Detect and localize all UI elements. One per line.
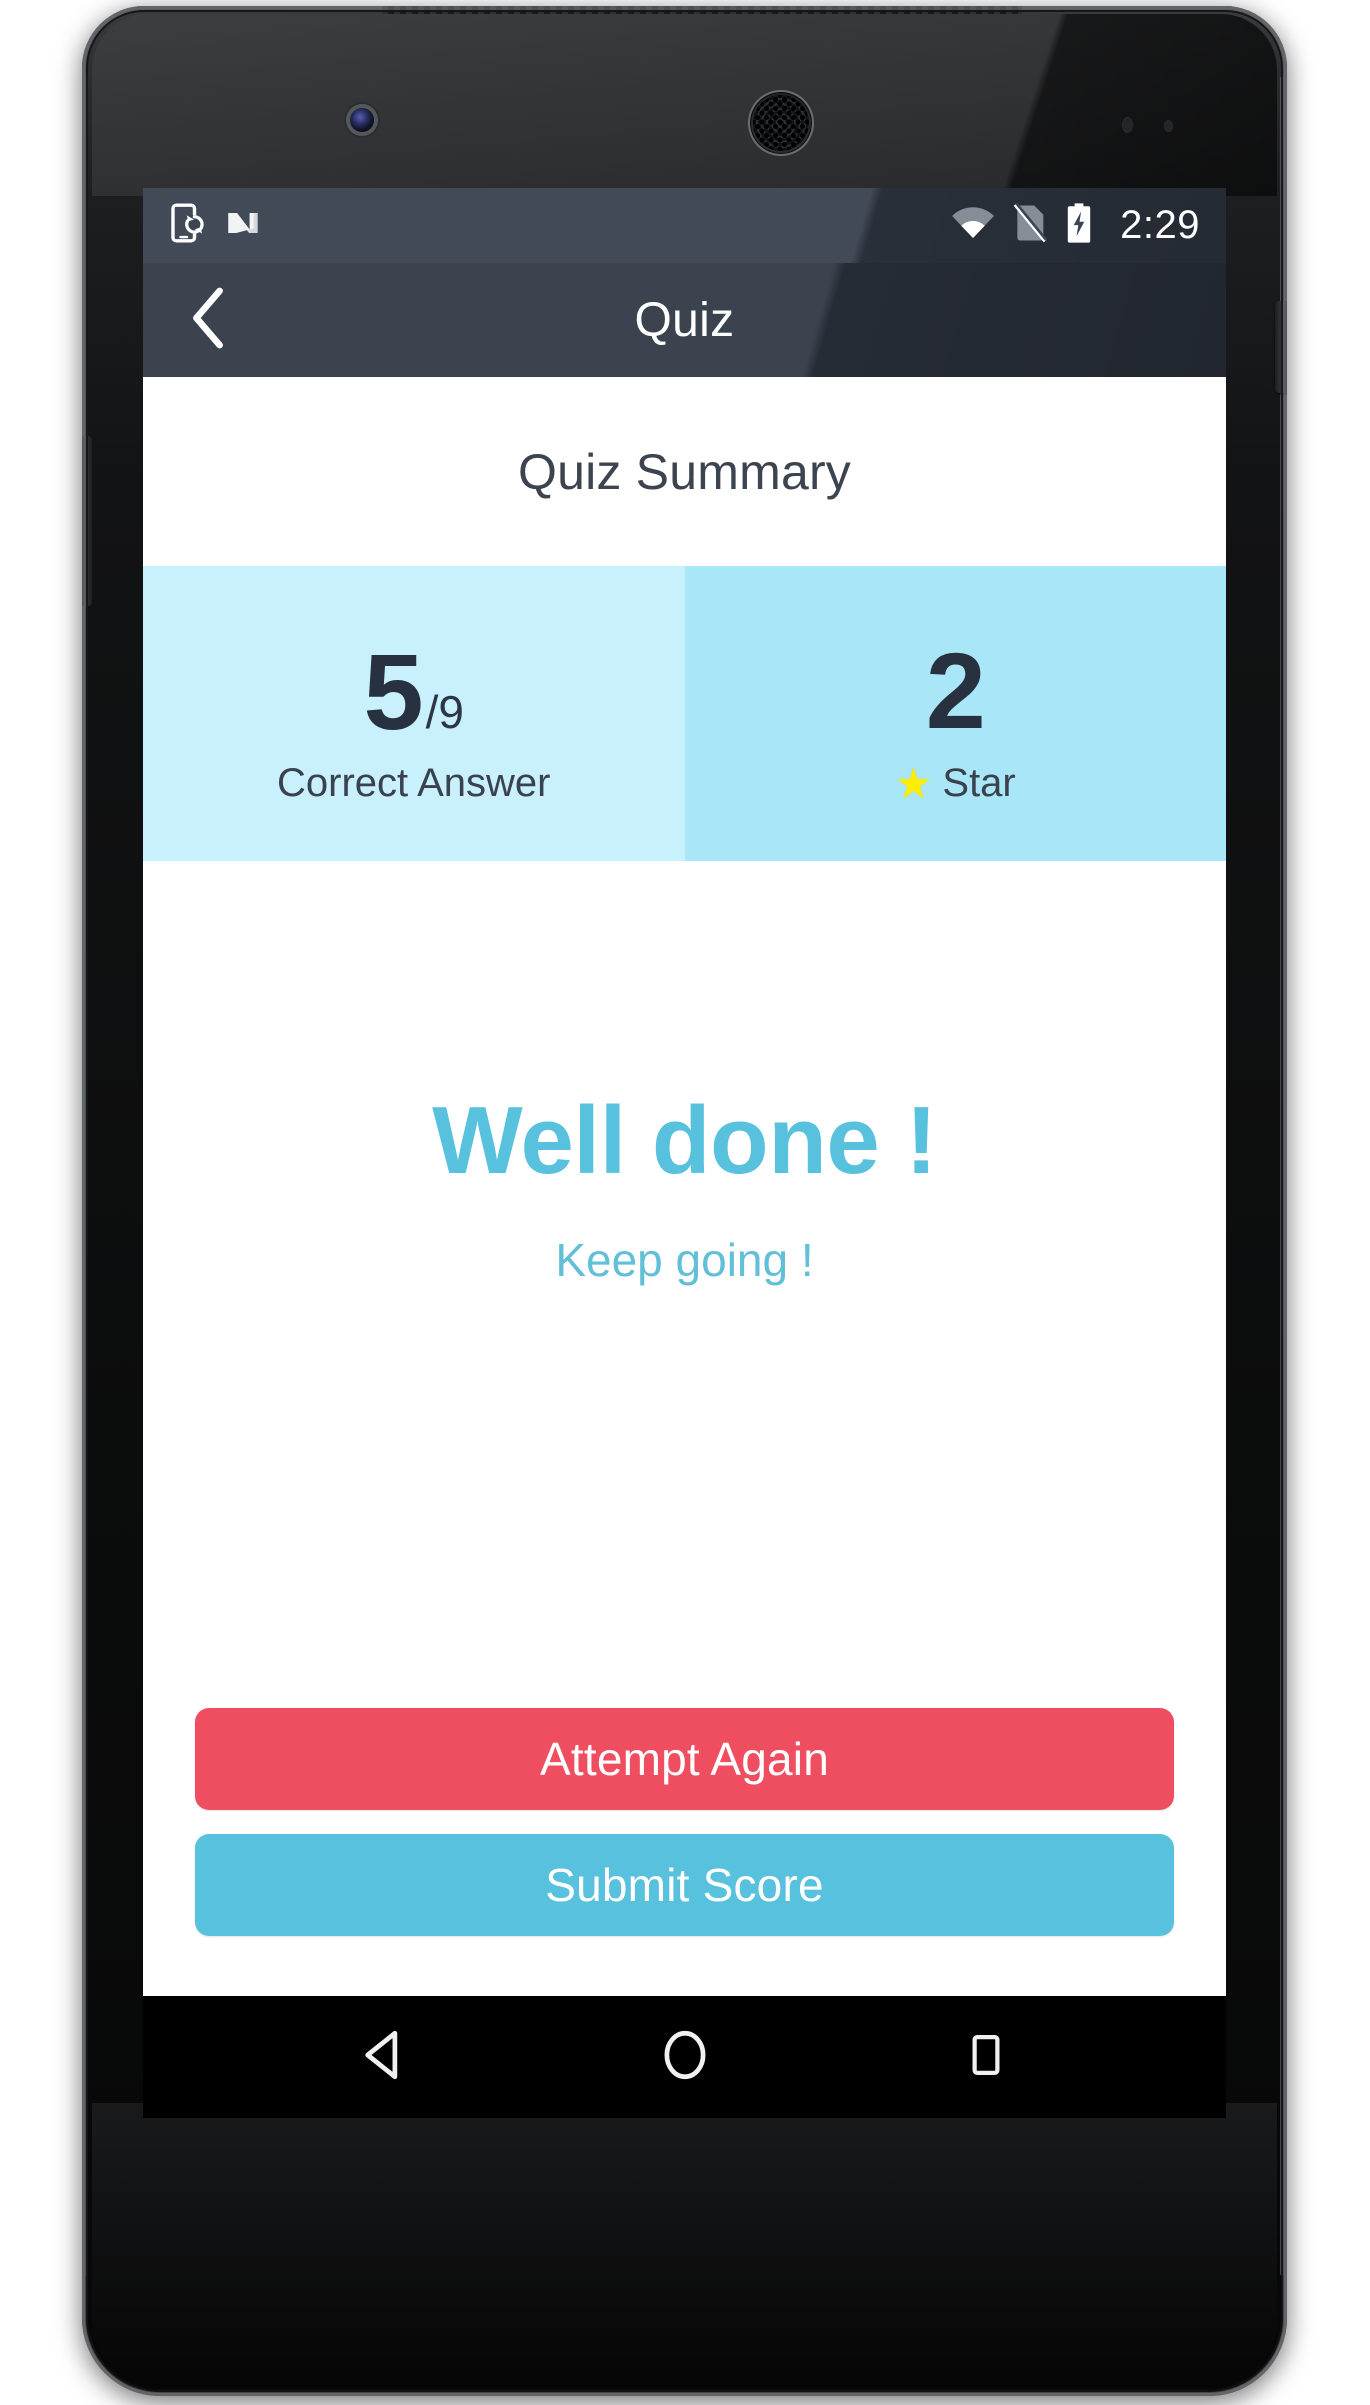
stat-star-label-wrap: ★ Star	[894, 760, 1016, 808]
status-bar-clock: 2:29	[1120, 203, 1200, 247]
result-subtext: Keep going !	[555, 1234, 814, 1286]
page-title: Quiz	[634, 293, 735, 347]
battery-charging-icon	[1065, 202, 1093, 249]
nav-home-button[interactable]	[625, 1996, 745, 2118]
wifi-icon	[951, 206, 995, 245]
nav-back-button[interactable]	[324, 1996, 444, 2118]
app-bar: Quiz	[143, 263, 1226, 377]
frame-left-edge	[84, 76, 88, 2276]
phone-sync-icon	[171, 203, 205, 248]
summary-header: Quiz Summary	[143, 377, 1226, 566]
bezel-glare	[657, 14, 1277, 196]
stat-correct-answer: 5 /9 Correct Answer	[143, 566, 685, 861]
stat-correct-value-wrap: 5 /9	[363, 630, 464, 752]
screenshot-stage: 2:29 Quiz Quiz Summary 5 /9 Correct Answ…	[0, 0, 1370, 2405]
stat-correct-total: /9	[425, 686, 464, 739]
recents-square-icon	[960, 2029, 1012, 2086]
back-triangle-icon	[355, 2026, 413, 2089]
no-sim-icon	[1012, 202, 1048, 248]
stat-correct-label-wrap: Correct Answer	[277, 763, 550, 803]
stat-star: 2 ★ Star	[684, 566, 1226, 861]
status-bar-right-icons: 2:29	[951, 202, 1200, 249]
summary-heading: Quiz Summary	[517, 443, 851, 500]
front-camera-icon	[350, 108, 374, 132]
quiz-summary-content: Quiz Summary 5 /9 Correct Answer 2 ★ Sta…	[143, 377, 1226, 1996]
frame-right-edge	[1280, 76, 1285, 2276]
stat-star-value-wrap: 2	[925, 629, 986, 751]
attempt-again-button[interactable]: Attempt Again	[195, 1708, 1174, 1810]
stat-correct-label: Correct Answer	[277, 761, 551, 806]
stat-correct-value: 5	[363, 630, 424, 752]
result-message: Well done ! Keep going !	[143, 861, 1226, 1708]
result-headline: Well done !	[432, 1087, 937, 1194]
stat-star-label: Star	[942, 761, 1016, 806]
back-button[interactable]	[169, 281, 247, 359]
light-sensor-icon	[1164, 120, 1173, 132]
action-buttons: Attempt Again Submit Score	[143, 1708, 1226, 1996]
status-bar-left-icons	[171, 203, 263, 248]
stat-star-value: 2	[925, 629, 986, 751]
stats-row: 5 /9 Correct Answer 2 ★ Star	[143, 566, 1226, 861]
android-nougat-icon	[223, 203, 263, 248]
android-navigation-bar	[143, 1996, 1226, 2118]
star-icon: ★	[894, 760, 933, 808]
submit-score-button[interactable]: Submit Score	[195, 1834, 1174, 1936]
power-button[interactable]	[1275, 301, 1287, 393]
proximity-sensor-icon	[1122, 117, 1133, 133]
nav-recents-button[interactable]	[926, 1996, 1046, 2118]
phone-bottom-bezel	[92, 2103, 1277, 2388]
earpiece-speaker-icon	[750, 92, 812, 154]
speaker-grille-dots	[753, 95, 809, 151]
home-circle-icon	[656, 2026, 714, 2089]
phone-top-bezel	[92, 14, 1277, 196]
volume-button[interactable]	[82, 436, 92, 606]
frame-top-grille	[382, 6, 1022, 14]
status-bar: 2:29	[143, 188, 1226, 263]
back-chevron-icon	[188, 287, 228, 354]
phone-screen: 2:29 Quiz Quiz Summary 5 /9 Correct Answ…	[143, 188, 1226, 1996]
